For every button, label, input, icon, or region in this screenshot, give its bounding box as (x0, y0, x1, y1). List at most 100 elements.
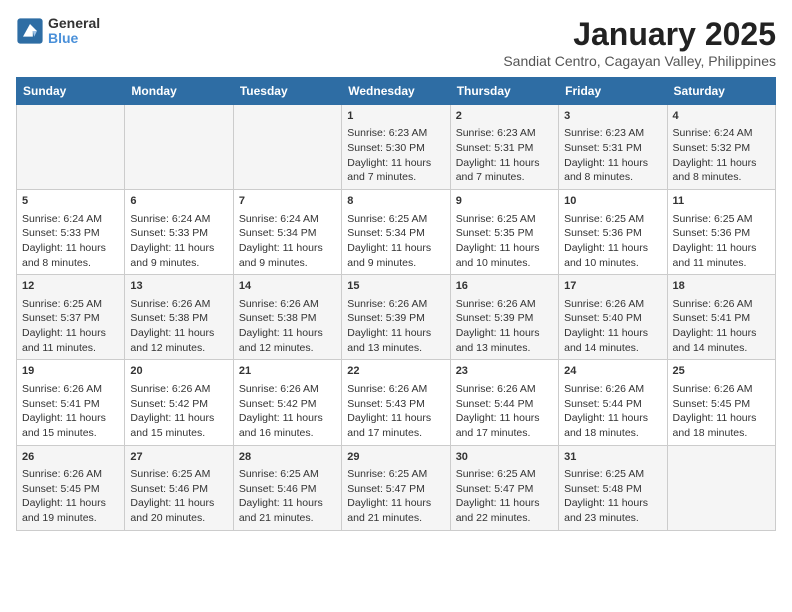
day-info: Daylight: 11 hours and 10 minutes. (564, 241, 661, 270)
day-info: Daylight: 11 hours and 12 minutes. (130, 326, 227, 355)
day-number: 8 (347, 194, 444, 209)
title-block: January 2025 Sandiat Centro, Cagayan Val… (503, 16, 776, 69)
day-info: Sunrise: 6:26 AM (456, 297, 553, 312)
logo-icon (16, 17, 44, 45)
day-info: Sunset: 5:47 PM (456, 482, 553, 497)
day-info: Sunrise: 6:24 AM (22, 212, 119, 227)
day-number: 3 (564, 109, 661, 124)
day-info: Sunrise: 6:26 AM (22, 467, 119, 482)
day-info: Sunset: 5:44 PM (456, 397, 553, 412)
day-number: 17 (564, 279, 661, 294)
day-info: Daylight: 11 hours and 15 minutes. (130, 411, 227, 440)
day-info: Sunset: 5:33 PM (22, 226, 119, 241)
calendar-cell: 3Sunrise: 6:23 AMSunset: 5:31 PMDaylight… (559, 105, 667, 190)
calendar-cell: 23Sunrise: 6:26 AMSunset: 5:44 PMDayligh… (450, 360, 558, 445)
calendar-week-row: 5Sunrise: 6:24 AMSunset: 5:33 PMDaylight… (17, 190, 776, 275)
logo-text: General Blue (48, 16, 100, 47)
day-info: Daylight: 11 hours and 13 minutes. (347, 326, 444, 355)
calendar-cell: 8Sunrise: 6:25 AMSunset: 5:34 PMDaylight… (342, 190, 450, 275)
logo-text-bottom: Blue (48, 31, 100, 46)
day-number: 20 (130, 364, 227, 379)
day-info: Daylight: 11 hours and 17 minutes. (347, 411, 444, 440)
day-info: Sunset: 5:42 PM (130, 397, 227, 412)
day-info: Daylight: 11 hours and 10 minutes. (456, 241, 553, 270)
day-info: Sunset: 5:30 PM (347, 141, 444, 156)
day-number: 19 (22, 364, 119, 379)
day-info: Daylight: 11 hours and 8 minutes. (673, 156, 770, 185)
day-info: Sunrise: 6:26 AM (347, 297, 444, 312)
day-info: Daylight: 11 hours and 9 minutes. (239, 241, 336, 270)
calendar-cell (17, 105, 125, 190)
day-info: Sunrise: 6:24 AM (130, 212, 227, 227)
calendar-cell: 26Sunrise: 6:26 AMSunset: 5:45 PMDayligh… (17, 445, 125, 530)
weekday-header-tuesday: Tuesday (233, 78, 341, 105)
calendar-cell: 28Sunrise: 6:25 AMSunset: 5:46 PMDayligh… (233, 445, 341, 530)
day-number: 30 (456, 450, 553, 465)
calendar-cell: 16Sunrise: 6:26 AMSunset: 5:39 PMDayligh… (450, 275, 558, 360)
day-info: Sunset: 5:41 PM (22, 397, 119, 412)
weekday-header-thursday: Thursday (450, 78, 558, 105)
calendar-cell: 14Sunrise: 6:26 AMSunset: 5:38 PMDayligh… (233, 275, 341, 360)
day-info: Sunset: 5:33 PM (130, 226, 227, 241)
day-number: 23 (456, 364, 553, 379)
day-info: Daylight: 11 hours and 7 minutes. (347, 156, 444, 185)
day-info: Daylight: 11 hours and 9 minutes. (130, 241, 227, 270)
day-info: Sunset: 5:39 PM (347, 311, 444, 326)
page-header: General Blue January 2025 Sandiat Centro… (16, 16, 776, 69)
calendar-cell: 17Sunrise: 6:26 AMSunset: 5:40 PMDayligh… (559, 275, 667, 360)
day-number: 27 (130, 450, 227, 465)
day-number: 6 (130, 194, 227, 209)
calendar-week-row: 1Sunrise: 6:23 AMSunset: 5:30 PMDaylight… (17, 105, 776, 190)
calendar-cell: 31Sunrise: 6:25 AMSunset: 5:48 PMDayligh… (559, 445, 667, 530)
day-number: 10 (564, 194, 661, 209)
day-info: Sunrise: 6:25 AM (564, 212, 661, 227)
day-info: Daylight: 11 hours and 14 minutes. (673, 326, 770, 355)
day-info: Daylight: 11 hours and 7 minutes. (456, 156, 553, 185)
day-info: Daylight: 11 hours and 9 minutes. (347, 241, 444, 270)
day-info: Sunrise: 6:26 AM (239, 382, 336, 397)
day-info: Daylight: 11 hours and 8 minutes. (22, 241, 119, 270)
day-info: Sunset: 5:34 PM (347, 226, 444, 241)
location: Sandiat Centro, Cagayan Valley, Philippi… (503, 53, 776, 69)
logo-text-top: General (48, 16, 100, 31)
day-number: 5 (22, 194, 119, 209)
day-info: Daylight: 11 hours and 16 minutes. (239, 411, 336, 440)
day-number: 26 (22, 450, 119, 465)
day-info: Sunrise: 6:23 AM (456, 126, 553, 141)
day-info: Sunrise: 6:23 AM (564, 126, 661, 141)
day-number: 9 (456, 194, 553, 209)
day-info: Sunrise: 6:26 AM (456, 382, 553, 397)
day-info: Sunset: 5:38 PM (239, 311, 336, 326)
day-info: Sunrise: 6:25 AM (347, 467, 444, 482)
calendar-cell: 1Sunrise: 6:23 AMSunset: 5:30 PMDaylight… (342, 105, 450, 190)
calendar-cell: 9Sunrise: 6:25 AMSunset: 5:35 PMDaylight… (450, 190, 558, 275)
day-info: Sunset: 5:38 PM (130, 311, 227, 326)
calendar-cell: 2Sunrise: 6:23 AMSunset: 5:31 PMDaylight… (450, 105, 558, 190)
weekday-header-friday: Friday (559, 78, 667, 105)
calendar-cell: 18Sunrise: 6:26 AMSunset: 5:41 PMDayligh… (667, 275, 775, 360)
day-info: Daylight: 11 hours and 14 minutes. (564, 326, 661, 355)
calendar-cell: 11Sunrise: 6:25 AMSunset: 5:36 PMDayligh… (667, 190, 775, 275)
calendar-cell: 29Sunrise: 6:25 AMSunset: 5:47 PMDayligh… (342, 445, 450, 530)
day-info: Daylight: 11 hours and 12 minutes. (239, 326, 336, 355)
day-info: Sunset: 5:48 PM (564, 482, 661, 497)
day-info: Sunrise: 6:26 AM (673, 297, 770, 312)
day-number: 25 (673, 364, 770, 379)
day-number: 16 (456, 279, 553, 294)
day-number: 24 (564, 364, 661, 379)
day-info: Sunset: 5:31 PM (564, 141, 661, 156)
day-info: Sunset: 5:42 PM (239, 397, 336, 412)
day-info: Sunset: 5:41 PM (673, 311, 770, 326)
calendar-cell: 4Sunrise: 6:24 AMSunset: 5:32 PMDaylight… (667, 105, 775, 190)
day-info: Daylight: 11 hours and 11 minutes. (22, 326, 119, 355)
day-info: Sunrise: 6:25 AM (456, 212, 553, 227)
day-info: Sunset: 5:45 PM (673, 397, 770, 412)
day-info: Daylight: 11 hours and 15 minutes. (22, 411, 119, 440)
calendar-cell: 24Sunrise: 6:26 AMSunset: 5:44 PMDayligh… (559, 360, 667, 445)
calendar-cell: 30Sunrise: 6:25 AMSunset: 5:47 PMDayligh… (450, 445, 558, 530)
day-info: Sunrise: 6:25 AM (22, 297, 119, 312)
calendar-cell: 10Sunrise: 6:25 AMSunset: 5:36 PMDayligh… (559, 190, 667, 275)
day-info: Sunset: 5:47 PM (347, 482, 444, 497)
day-number: 22 (347, 364, 444, 379)
day-info: Sunset: 5:34 PM (239, 226, 336, 241)
